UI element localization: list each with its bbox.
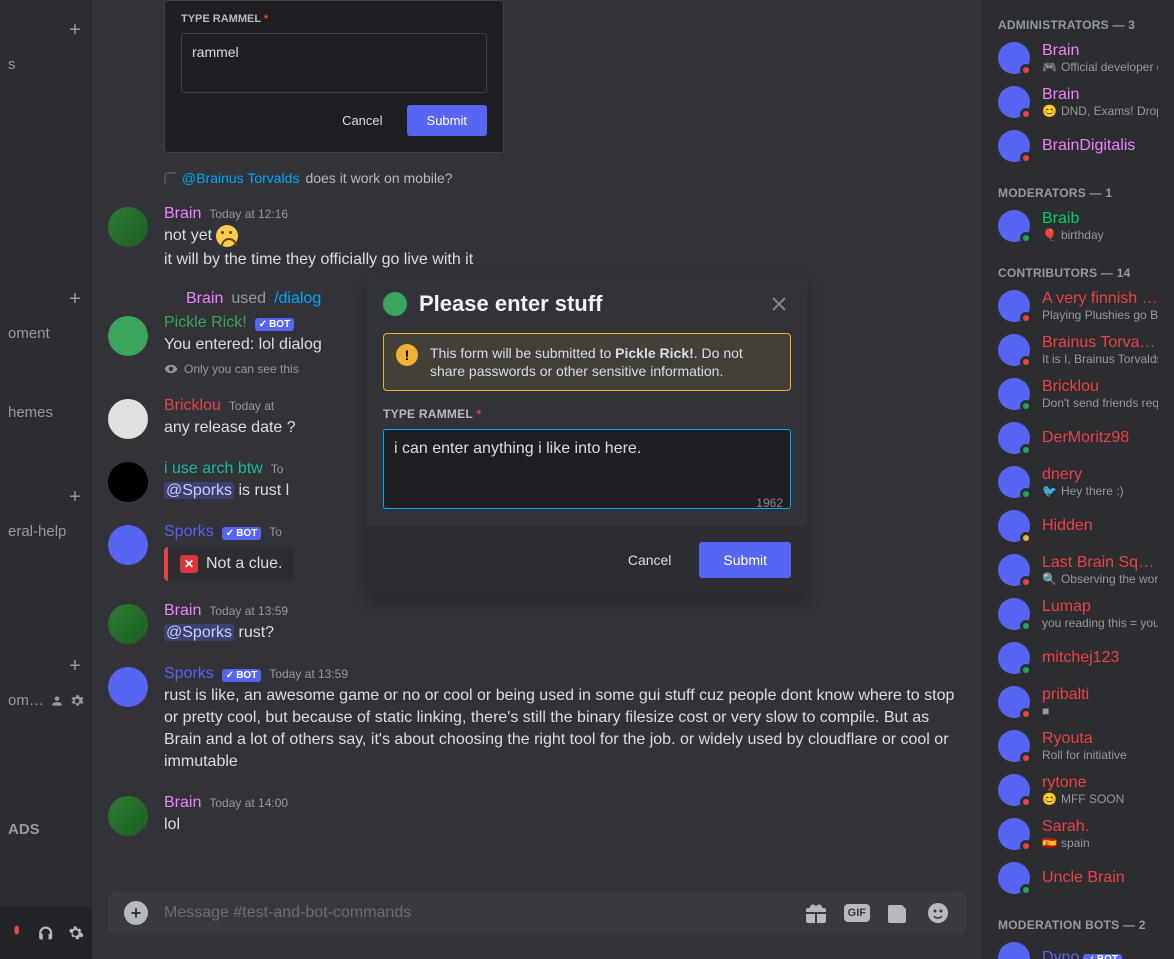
warning-icon: ! bbox=[396, 344, 418, 366]
app-avatar-icon bbox=[383, 292, 407, 316]
warning-box: ! This form will be submitted to Pickle … bbox=[383, 333, 791, 391]
modal-backdrop: Please enter stuff ! This form will be s… bbox=[0, 0, 1174, 959]
close-icon[interactable] bbox=[767, 292, 791, 316]
submit-button[interactable]: Submit bbox=[699, 542, 791, 578]
modal-dialog: Please enter stuff ! This form will be s… bbox=[367, 275, 807, 594]
modal-title: Please enter stuff bbox=[419, 291, 755, 317]
cancel-button[interactable]: Cancel bbox=[608, 542, 692, 578]
field-label: TYPE RAMMEL * bbox=[383, 407, 791, 421]
char-counter: 1962 bbox=[383, 492, 791, 510]
